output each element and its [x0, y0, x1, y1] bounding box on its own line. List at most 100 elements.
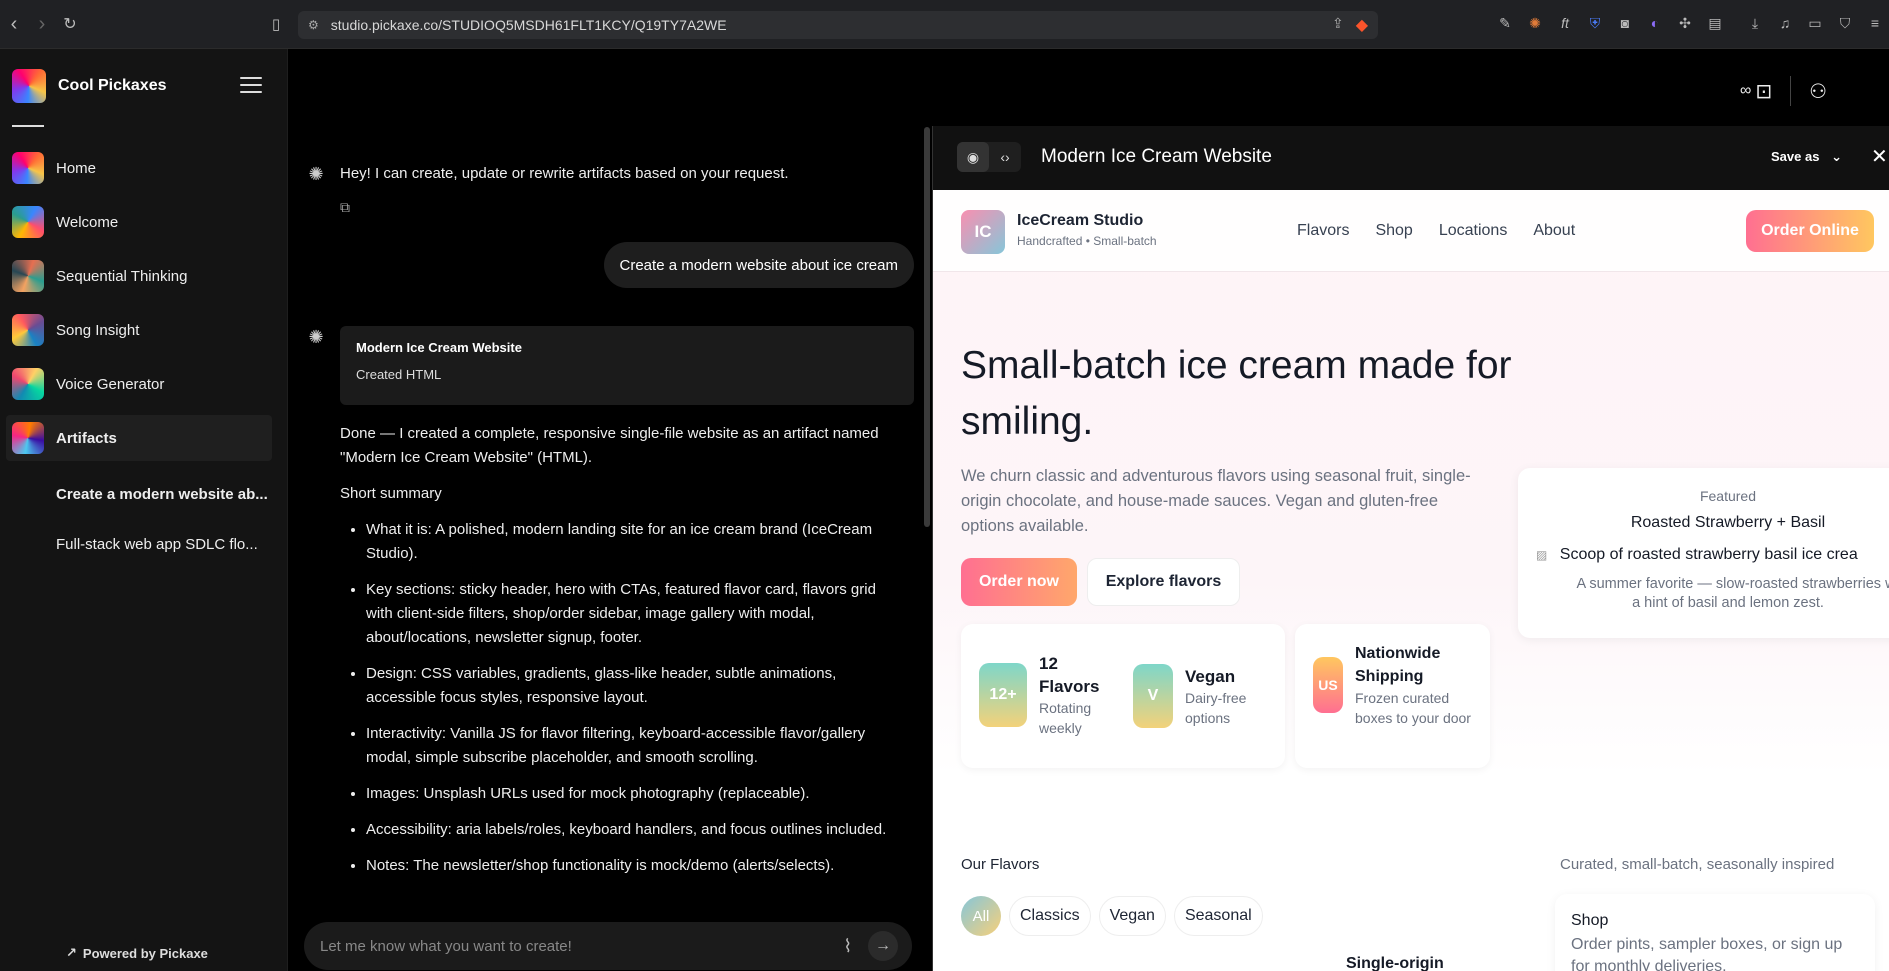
sidebar-list: Home Welcome Sequential Thinking Song In… — [6, 145, 272, 569]
sidebar-item-welcome[interactable]: Welcome — [6, 199, 272, 245]
filter-classics[interactable]: Classics — [1009, 896, 1091, 936]
puzzle-icon[interactable]: ✣ — [1676, 14, 1694, 32]
sidebar-subitem-create-website[interactable]: Create a modern website ab... — [6, 469, 272, 519]
sidebar-item-home[interactable]: Home — [6, 145, 272, 191]
filter-seasonal[interactable]: Seasonal — [1173, 896, 1263, 936]
bot-summary: Done — I created a complete, responsive … — [340, 422, 906, 890]
url-text: studio.pickaxe.co/STUDIOQ5MSDH61FLT1KCY/… — [330, 17, 727, 33]
preview-eye-icon[interactable]: ◉ — [957, 142, 989, 172]
download-icon[interactable]: ⤓ — [1746, 14, 1764, 32]
chat-scrollbar[interactable] — [924, 127, 930, 527]
shipping-card: US Nationwide Shipping Frozen curated bo… — [1295, 624, 1490, 768]
featured-card[interactable]: Featured Roasted Strawberry + Basil ▨ Sc… — [1518, 468, 1889, 638]
flavor-filters: All Classics Vegan Seasonal — [961, 896, 1263, 936]
sidebar-item-label: Home — [56, 159, 97, 177]
sidebar-item-label: Song Insight — [56, 321, 140, 339]
website-preview: IC IceCream Studio Handcrafted • Small-b… — [933, 190, 1889, 971]
stat-subtitle: Dairy-free options — [1185, 689, 1247, 726]
bot-avatar-icon: ✺ — [308, 326, 324, 347]
sidebar-item-song-insight[interactable]: Song Insight — [6, 307, 272, 353]
share-icon[interactable]: ⇪ — [1332, 15, 1344, 35]
filter-all[interactable]: All — [961, 896, 1001, 936]
featured-image-alt: Scoop of roasted strawberry basil ice cr… — [1559, 546, 1858, 563]
code-icon[interactable]: ‹› — [989, 142, 1021, 172]
stat-subtitle: Frozen curated boxes to your door — [1355, 690, 1471, 726]
hero-title: Small-batch ice cream made for smiling. — [961, 344, 1512, 443]
flavor-card-title: Single-origin — [1346, 955, 1444, 971]
hero-subtitle: We churn classic and adventurous flavors… — [961, 467, 1471, 535]
game-icon[interactable]: ◐ — [1646, 14, 1664, 32]
sidebar-subitem-sdlc-flow[interactable]: Full-stack web app SDLC flo... — [6, 519, 272, 569]
bookmark-icon[interactable]: ▯ — [262, 10, 290, 38]
chat-area: ✺ Hey! I can create, update or rewrite a… — [288, 49, 932, 971]
attach-icon[interactable]: ⌇ — [843, 936, 852, 957]
order-online-button[interactable]: Order Online — [1746, 210, 1874, 252]
menu-icon[interactable]: ≡ — [1866, 14, 1884, 32]
chevron-down-icon: ⌄ — [1831, 149, 1842, 164]
back-icon[interactable]: ‹ — [0, 10, 28, 38]
close-icon[interactable]: ✕ — [1871, 144, 1888, 169]
flavors-title: Our Flavors — [961, 856, 1040, 873]
chat-input-placeholder: Let me know what you want to create! — [320, 937, 572, 955]
music-icon[interactable]: ♫ — [1776, 14, 1794, 32]
brand[interactable]: Cool Pickaxes — [12, 69, 167, 103]
view-toggle: ◉ ‹› — [957, 142, 1021, 172]
brave-shield-icon[interactable]: ◆ — [1356, 15, 1368, 35]
shop-title: Shop — [1571, 912, 1609, 929]
powered-by-link[interactable]: ↗ Powered by Pickaxe — [66, 945, 208, 961]
order-now-button[interactable]: Order now — [961, 558, 1077, 606]
artifact-card[interactable]: Modern Ice Cream Website Created HTML — [340, 326, 914, 405]
vpn-icon[interactable]: ⛉ — [1836, 14, 1854, 32]
sequential-thinking-avatar-icon — [12, 260, 44, 292]
flavors-subtitle: Curated, small-batch, seasonally inspire… — [1560, 856, 1835, 873]
save-as-label: Save as — [1771, 149, 1820, 164]
artifact-card-title: Modern Ice Cream Website — [356, 340, 522, 355]
font-icon[interactable]: ft — [1556, 14, 1574, 32]
user-icon[interactable]: ⚇ — [1809, 79, 1827, 104]
explore-flavors-button[interactable]: Explore flavors — [1087, 558, 1240, 606]
sidebar-item-label: Artifacts — [56, 429, 117, 447]
stat-badge: US — [1313, 657, 1343, 713]
nav-locations[interactable]: Locations — [1439, 222, 1508, 240]
address-bar[interactable]: ⚙ studio.pickaxe.co/STUDIOQ5MSDH61FLT1KC… — [298, 11, 1378, 39]
stats-card: 12+ 12 Flavors Rotating weekly V Vegan D… — [961, 624, 1285, 768]
stat-flavors: 12+ 12 Flavors Rotating weekly — [979, 652, 1109, 738]
summary-list: What it is: A polished, modern landing s… — [340, 518, 906, 878]
reload-icon[interactable]: ↻ — [56, 10, 84, 38]
chat-input[interactable]: Let me know what you want to create! ⌇ → — [304, 922, 912, 970]
brand-avatar — [12, 69, 46, 103]
site-name: IceCream Studio — [1017, 212, 1144, 229]
sidebar-item-voice-generator[interactable]: Voice Generator — [6, 361, 272, 407]
shop-subtitle: Order pints, sampler boxes, or sign up f… — [1571, 936, 1843, 971]
artifact-panel: ◉ ‹› Modern Ice Cream Website Save as ⌄ … — [932, 126, 1889, 971]
nav-shop[interactable]: Shop — [1375, 222, 1412, 240]
site-logo[interactable]: IC — [961, 210, 1005, 254]
nav-about[interactable]: About — [1533, 222, 1575, 240]
forward-icon[interactable]: › — [28, 10, 56, 38]
sidebar-item-label: Sequential Thinking — [56, 267, 188, 285]
filter-vegan[interactable]: Vegan — [1098, 896, 1166, 936]
pen-icon[interactable]: ✎ — [1496, 14, 1514, 32]
copy-icon[interactable]: ⧉ — [340, 199, 350, 216]
wallet-icon[interactable]: ▭ — [1806, 14, 1824, 32]
stat-title: 12 Flavors — [1039, 654, 1100, 696]
bot-avatar-icon: ✺ — [308, 163, 324, 184]
credits-indicator[interactable]: ∞ ⊡ — [1740, 79, 1772, 104]
divider — [1790, 76, 1792, 106]
list-item: What it is: A polished, modern landing s… — [366, 518, 906, 566]
sidebar-item-sequential-thinking[interactable]: Sequential Thinking — [6, 253, 272, 299]
site-tagline: Handcrafted • Small-batch — [1017, 234, 1157, 248]
camera-icon[interactable]: ◙ — [1616, 14, 1634, 32]
reader-icon[interactable]: ▤ — [1706, 14, 1724, 32]
send-icon[interactable]: → — [868, 931, 898, 961]
featured-description: A summer favorite — slow-roasted strawbe… — [1576, 576, 1889, 592]
site-info-icon[interactable]: ⚙ — [308, 18, 319, 32]
nav-flavors[interactable]: Flavors — [1297, 222, 1349, 240]
shield-icon[interactable]: ⛨ — [1586, 14, 1604, 32]
powered-by-label: Powered by Pickaxe — [82, 945, 208, 961]
cookie-icon[interactable]: ✺ — [1526, 14, 1544, 32]
hamburger-menu-icon[interactable] — [240, 77, 262, 93]
sidebar-item-artifacts[interactable]: Artifacts — [6, 415, 272, 461]
artifacts-avatar-icon — [12, 422, 44, 454]
save-as-button[interactable]: Save as ⌄ — [1771, 149, 1842, 165]
